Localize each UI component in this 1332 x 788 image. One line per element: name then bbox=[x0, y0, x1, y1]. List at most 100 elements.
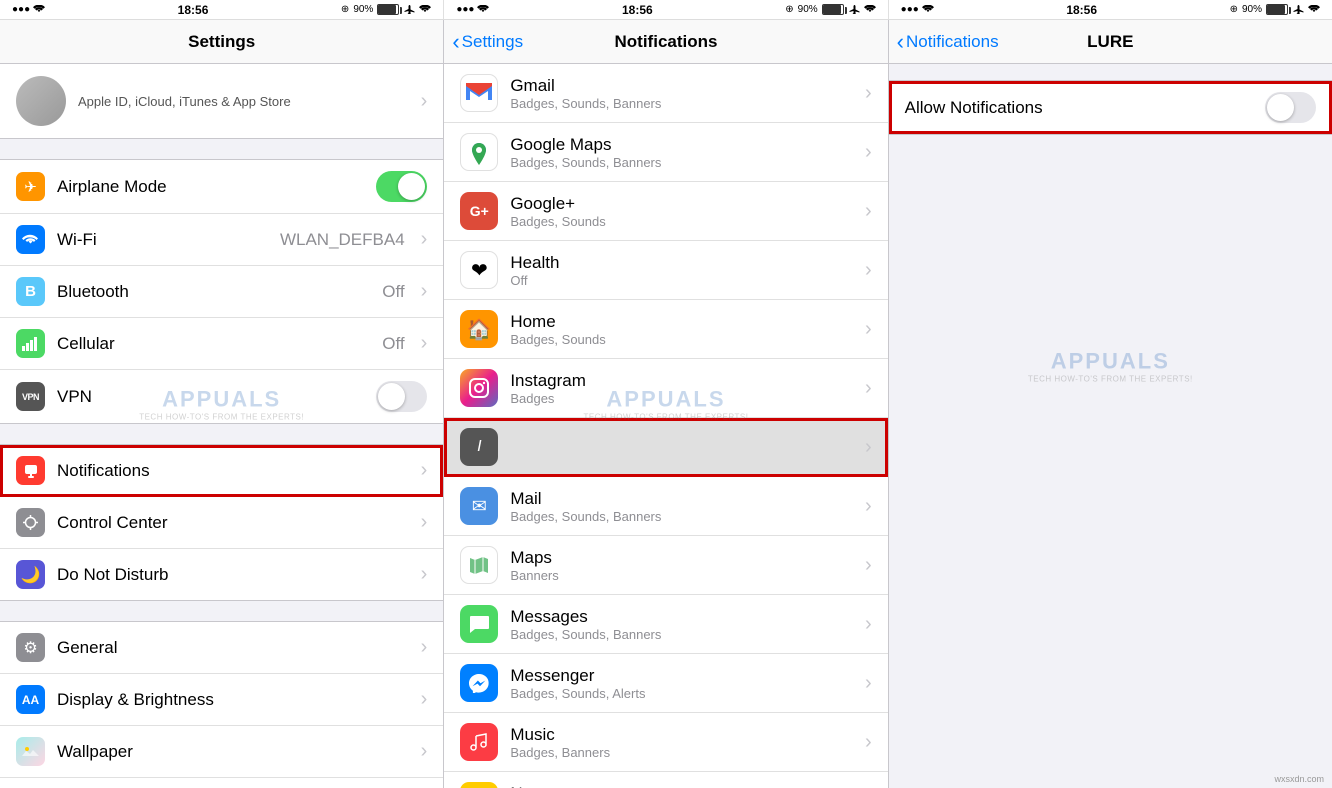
battery-icon-1 bbox=[377, 4, 399, 15]
notes-row[interactable]: Notes Sounds, Banners › bbox=[444, 772, 887, 788]
allow-notifications-section: Allow Notifications bbox=[889, 80, 1332, 135]
general-icon: ⚙ bbox=[16, 633, 45, 662]
gmaps-icon bbox=[460, 133, 498, 171]
health-row[interactable]: ❤ Health Off › bbox=[444, 241, 887, 300]
wifi-value: WLAN_DEFBA4 bbox=[280, 230, 405, 250]
lure-row[interactable]: I › bbox=[444, 418, 887, 477]
notifications-back-btn[interactable]: ‹ Settings bbox=[452, 31, 523, 53]
gmaps-row[interactable]: Google Maps Badges, Sounds, Banners › bbox=[444, 123, 887, 182]
notifications-row[interactable]: Notifications › bbox=[0, 445, 443, 497]
gplus-row[interactable]: G+ Google+ Badges, Sounds › bbox=[444, 182, 887, 241]
vpn-icon: VPN bbox=[16, 382, 45, 411]
wifi-icon-2b bbox=[864, 5, 876, 14]
control-center-label: Control Center bbox=[57, 513, 409, 533]
notifications-chevron: › bbox=[421, 459, 428, 482]
messenger-chevron: › bbox=[865, 672, 872, 695]
lure-back-btn[interactable]: ‹ Notifications bbox=[897, 31, 999, 53]
profile-chevron: › bbox=[421, 90, 428, 113]
profile-row[interactable]: Apple ID, iCloud, iTunes & App Store › bbox=[0, 64, 443, 139]
mail-chevron: › bbox=[865, 495, 872, 518]
battery-text-1: 90% bbox=[353, 4, 373, 15]
notifications-navbar: ‹ Settings Notifications bbox=[444, 20, 887, 64]
wifi-row[interactable]: Wi-Fi WLAN_DEFBA4 › bbox=[0, 214, 443, 266]
wallpaper-row[interactable]: Wallpaper › bbox=[0, 726, 443, 778]
maps-row[interactable]: Maps Banners › bbox=[444, 536, 887, 595]
instagram-chevron: › bbox=[865, 377, 872, 400]
maps-sub: Banners bbox=[510, 568, 853, 583]
messenger-sub: Badges, Sounds, Alerts bbox=[510, 686, 853, 701]
messages-chevron: › bbox=[865, 613, 872, 636]
wifi-icon-1 bbox=[33, 5, 45, 14]
mail-name: Mail bbox=[510, 489, 853, 509]
dnd-row[interactable]: 🌙 Do Not Disturb › bbox=[0, 549, 443, 600]
sounds-row[interactable]: 🔔 Sounds › bbox=[0, 778, 443, 788]
battery-text-3: 90% bbox=[1242, 4, 1262, 15]
messages-row[interactable]: Messages Badges, Sounds, Banners › bbox=[444, 595, 887, 654]
mail-icon: ✉ bbox=[460, 487, 498, 525]
allow-notifications-row[interactable]: Allow Notifications bbox=[889, 81, 1332, 134]
gmaps-name: Google Maps bbox=[510, 135, 853, 155]
bluetooth-value: Off bbox=[382, 282, 404, 302]
instagram-name: Instagram bbox=[510, 371, 853, 391]
gmaps-info: Google Maps Badges, Sounds, Banners bbox=[510, 135, 853, 170]
messenger-icon bbox=[460, 664, 498, 702]
airplane-toggle[interactable] bbox=[376, 171, 427, 202]
vpn-row[interactable]: VPN VPN bbox=[0, 370, 443, 423]
messages-info: Messages Badges, Sounds, Banners bbox=[510, 607, 853, 642]
display-label: Display & Brightness bbox=[57, 690, 409, 710]
home-sub: Badges, Sounds bbox=[510, 332, 853, 347]
lure-settings-panel: ‹ Notifications LURE Allow Notifications… bbox=[889, 20, 1332, 788]
cellular-row[interactable]: Cellular Off › bbox=[0, 318, 443, 370]
cellular-value: Off bbox=[382, 334, 404, 354]
messenger-name: Messenger bbox=[510, 666, 853, 686]
instagram-icon bbox=[460, 369, 498, 407]
gmaps-sub: Badges, Sounds, Banners bbox=[510, 155, 853, 170]
gmail-name: Gmail bbox=[510, 76, 853, 96]
dnd-icon: 🌙 bbox=[16, 560, 45, 589]
home-chevron: › bbox=[865, 318, 872, 341]
bluetooth-icon: B bbox=[16, 277, 45, 306]
lure-back-chevron-icon: ‹ bbox=[897, 31, 904, 53]
music-sub: Badges, Banners bbox=[510, 745, 853, 760]
music-chevron: › bbox=[865, 731, 872, 754]
wifi-icon-2 bbox=[477, 5, 489, 14]
wifi-chevron: › bbox=[421, 228, 428, 251]
gmail-row[interactable]: Gmail Badges, Sounds, Banners › bbox=[444, 64, 887, 123]
settings-panel: Settings Apple ID, iCloud, iTunes & App … bbox=[0, 20, 444, 788]
gplus-chevron: › bbox=[865, 200, 872, 223]
avatar bbox=[16, 76, 66, 126]
profile-subtitle: Apple ID, iCloud, iTunes & App Store bbox=[78, 94, 409, 109]
signal-icon-2: ●●● bbox=[456, 4, 474, 15]
home-row[interactable]: 🏠 Home Badges, Sounds › bbox=[444, 300, 887, 359]
allow-notifications-label: Allow Notifications bbox=[905, 98, 1265, 118]
mail-row[interactable]: ✉ Mail Badges, Sounds, Banners › bbox=[444, 477, 887, 536]
display-row[interactable]: AA Display & Brightness › bbox=[0, 674, 443, 726]
music-row[interactable]: Music Badges, Banners › bbox=[444, 713, 887, 772]
status-bar-1: ●●● 18:56 ⊕ 90% bbox=[0, 0, 444, 19]
health-name: Health bbox=[510, 253, 853, 273]
airplane-mode-row[interactable]: ✈ Airplane Mode bbox=[0, 160, 443, 214]
control-center-row[interactable]: Control Center › bbox=[0, 497, 443, 549]
battery-text-2: 90% bbox=[798, 4, 818, 15]
wifi-label: Wi-Fi bbox=[57, 230, 268, 250]
maps-name: Maps bbox=[510, 548, 853, 568]
instagram-row[interactable]: Instagram Badges › bbox=[444, 359, 887, 418]
wifi-icon-1b bbox=[419, 5, 431, 14]
cellular-icon bbox=[16, 329, 45, 358]
general-row[interactable]: ⚙ General › bbox=[0, 622, 443, 674]
bluetooth-chevron: › bbox=[421, 280, 428, 303]
vpn-toggle[interactable] bbox=[376, 381, 427, 412]
cellular-label: Cellular bbox=[57, 334, 370, 354]
music-name: Music bbox=[510, 725, 853, 745]
health-info: Health Off bbox=[510, 253, 853, 288]
allow-notifications-toggle[interactable] bbox=[1265, 92, 1316, 123]
gmail-icon bbox=[460, 74, 498, 112]
gplus-icon: G+ bbox=[460, 192, 498, 230]
messages-icon bbox=[460, 605, 498, 643]
time-1: 18:56 bbox=[178, 3, 209, 17]
messenger-row[interactable]: Messenger Badges, Sounds, Alerts › bbox=[444, 654, 887, 713]
dnd-chevron: › bbox=[421, 563, 428, 586]
location-icon-2: ⊕ bbox=[785, 4, 793, 15]
bluetooth-row[interactable]: B Bluetooth Off › bbox=[0, 266, 443, 318]
settings-title: Settings bbox=[188, 32, 255, 52]
